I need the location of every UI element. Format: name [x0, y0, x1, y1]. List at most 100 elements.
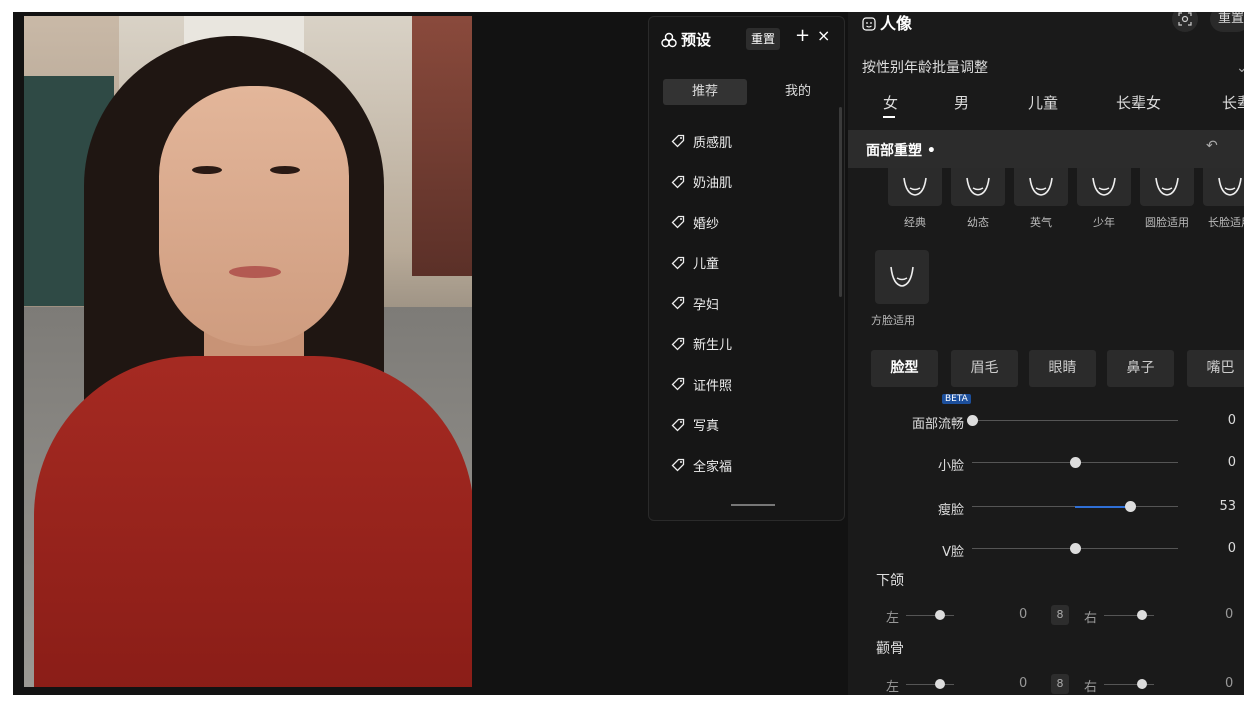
right-label: 右 — [1084, 680, 1098, 695]
preset-label: 证件照 — [693, 378, 733, 394]
tab-elder-female[interactable]: 长辈女 — [1116, 92, 1161, 113]
preset-item[interactable]: 儿童 — [649, 243, 844, 284]
presets-title: 预设 — [661, 29, 711, 50]
left-value: 0 — [1019, 607, 1028, 622]
slider-handle[interactable] — [1124, 501, 1136, 512]
left-slider-handle[interactable] — [935, 610, 945, 620]
preset-item[interactable]: 新生儿 — [649, 324, 844, 365]
jaw-icon — [1029, 177, 1053, 196]
link-icon[interactable]: 8 — [1051, 605, 1069, 625]
presets-icon — [661, 32, 677, 48]
slider-value: 0 — [1227, 541, 1236, 556]
slider-label: 面部流畅 — [911, 417, 964, 432]
preset-item[interactable]: 奶油肌 — [649, 162, 844, 203]
slider-value: 0 — [1227, 455, 1236, 470]
shape-youthful[interactable]: 幼态 — [951, 168, 1005, 230]
shape-boyish[interactable]: 少年 — [1077, 168, 1131, 230]
resize-handle[interactable] — [731, 504, 775, 506]
jaw-label: 下颌 — [876, 573, 904, 589]
slider-slim-face[interactable]: 瘦脸 53 — [848, 496, 1244, 518]
slider-handle[interactable] — [967, 415, 978, 426]
tag-icon — [671, 337, 685, 351]
right-value: 0 — [1225, 676, 1234, 691]
presets-reset-button[interactable]: 重置 — [746, 28, 781, 50]
left-label: 左 — [886, 611, 900, 626]
tab-female[interactable]: 女 — [883, 92, 898, 118]
close-presets-button[interactable]: × — [817, 26, 830, 45]
portrait-title-text: 人像 — [880, 14, 913, 33]
tab-nose[interactable]: 鼻子 — [1107, 350, 1174, 387]
tag-icon — [671, 175, 685, 189]
slider-track[interactable] — [972, 420, 1178, 421]
shape-square-face[interactable]: 方脸适用 — [871, 250, 935, 328]
slider-handle[interactable] — [1070, 457, 1081, 468]
jaw-icon — [966, 177, 990, 196]
chevron-down-icon: ⌄ — [1236, 60, 1244, 76]
preset-label: 写真 — [693, 419, 720, 435]
tab-elder-male[interactable]: 长辈 — [1222, 92, 1244, 113]
jaw-icon — [1218, 177, 1242, 196]
preset-item[interactable]: 证件照 — [649, 364, 844, 405]
slider-v-face[interactable]: V脸 0 — [848, 538, 1244, 560]
tab-male[interactable]: 男 — [954, 92, 969, 113]
tab-eyes[interactable]: 眼睛 — [1029, 350, 1096, 387]
preset-item[interactable]: 婚纱 — [649, 202, 844, 243]
tag-icon — [671, 216, 685, 229]
face-icon — [862, 17, 876, 31]
right-label: 右 — [1084, 611, 1098, 626]
gender-tabs: 女 男 儿童 长辈女 长辈 — [848, 92, 1244, 122]
slider-label: V脸 — [942, 545, 964, 560]
tab-mouth[interactable]: 嘴巴 — [1187, 350, 1244, 387]
tab-eyebrows[interactable]: 眉毛 — [951, 350, 1018, 387]
shape-label: 少年 — [1093, 216, 1115, 229]
portrait-reset-button[interactable]: 重置 — [1210, 12, 1244, 32]
shape-label: 方脸适用 — [871, 314, 915, 327]
preset-label: 奶油肌 — [693, 176, 733, 192]
right-slider-handle[interactable] — [1137, 610, 1147, 620]
tag-icon — [671, 135, 685, 148]
presets-scrollbar[interactable] — [839, 107, 842, 297]
jaw-icon — [1092, 177, 1116, 196]
undo-icon[interactable]: ↶ — [1206, 138, 1218, 154]
shape-round-face[interactable]: 圆脸适用 — [1140, 168, 1194, 230]
slider-label: 瘦脸 — [937, 503, 964, 518]
link-icon[interactable]: 8 — [1051, 674, 1069, 694]
face-reshape-header[interactable]: 面部重塑 • ↶ — [848, 130, 1244, 168]
right-slider-handle[interactable] — [1137, 679, 1147, 689]
preset-item[interactable]: 写真 — [649, 405, 844, 446]
preset-label: 全家福 — [693, 459, 733, 475]
app-window: 预设 重置 + × 推荐 我的 质感肌 奶油肌 婚纱 儿童 孕妇 新生儿 证件照… — [13, 12, 1244, 695]
tag-icon — [671, 378, 685, 391]
face-detect-button[interactable] — [1172, 12, 1198, 32]
tab-mine[interactable]: 我的 — [778, 79, 818, 105]
preset-item[interactable]: 全家福 — [649, 445, 844, 486]
left-slider-track[interactable] — [906, 615, 954, 616]
slider-handle[interactable] — [1070, 543, 1081, 554]
preset-label: 孕妇 — [693, 297, 720, 313]
portrait-section-title: 人像 — [862, 12, 912, 34]
add-preset-button[interactable]: + — [795, 25, 810, 46]
portrait-photo — [24, 16, 472, 687]
tab-child[interactable]: 儿童 — [1028, 92, 1058, 113]
jaw-icon — [890, 266, 914, 287]
preset-item[interactable]: 质感肌 — [649, 121, 844, 162]
left-slider-track[interactable] — [906, 684, 954, 685]
tag-icon — [671, 459, 685, 472]
presets-tabs: 推荐 我的 — [663, 79, 823, 105]
left-slider-handle[interactable] — [935, 679, 945, 689]
tab-face-shape[interactable]: 脸型 — [871, 350, 938, 387]
left-value: 0 — [1019, 676, 1028, 691]
slider-small-face[interactable]: 小脸 0 — [848, 452, 1244, 474]
shape-classic[interactable]: 经典 — [888, 168, 942, 230]
shape-long-face[interactable]: 长脸适用 — [1203, 168, 1244, 230]
tag-icon — [671, 297, 685, 310]
shape-label: 圆脸适用 — [1145, 216, 1189, 229]
portrait-adjust-panel: 人像 重置 按性别年龄批量调整 ⌄ 女 男 儿童 长辈女 长辈 面部重塑 • ↶… — [848, 12, 1244, 695]
batch-adjust-dropdown[interactable]: 按性别年龄批量调整 ⌄ — [862, 54, 1244, 82]
shape-heroic[interactable]: 英气 — [1014, 168, 1068, 230]
preset-item[interactable]: 孕妇 — [649, 283, 844, 324]
tab-recommended[interactable]: 推荐 — [663, 79, 747, 105]
slider-face-smooth[interactable]: BETA 面部流畅 0 — [848, 394, 1244, 432]
face-shape-presets: 经典 幼态 英气 少年 圆脸适用 长脸适用 — [873, 168, 1244, 230]
slider-label: 小脸 — [937, 459, 964, 474]
